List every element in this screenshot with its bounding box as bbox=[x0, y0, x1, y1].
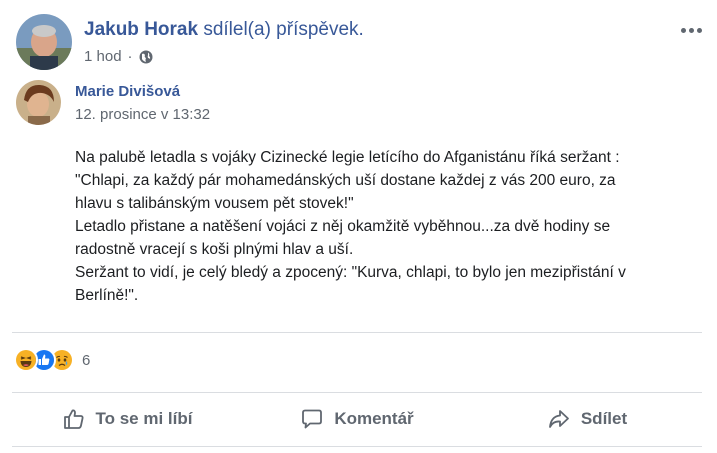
shared-post-date[interactable]: 12. prosince v 13:32 bbox=[75, 106, 210, 123]
share-icon bbox=[548, 410, 569, 428]
post-text-line: Na palubě letadla s vojáky Cizinecké leg… bbox=[75, 149, 620, 166]
like-button-label: To se mi líbí bbox=[95, 409, 193, 428]
divider bbox=[12, 392, 702, 393]
shared-author-name-link[interactable]: Marie Divišová bbox=[75, 83, 180, 100]
author-line: Jakub Horak sdílel(a) příspěvek. bbox=[84, 19, 364, 41]
post-text-line: radostně vracejí s koši plnými hlav a uš… bbox=[75, 241, 354, 258]
shared-post-text: sdílel(a) příspěvek. bbox=[203, 19, 364, 40]
dot-separator: · bbox=[127, 48, 133, 65]
comment-button[interactable]: Komentář bbox=[242, 394, 472, 444]
author-avatar[interactable] bbox=[16, 14, 72, 70]
action-bar: To se mi líbí Komentář Sdílet bbox=[12, 394, 702, 444]
post-body: Na palubě letadla s vojáky Cizinecké leg… bbox=[75, 146, 675, 307]
post-text-line: Seržant to vidí, je celý bledý a zpocený… bbox=[75, 264, 626, 281]
post-time[interactable]: 1 hod bbox=[84, 48, 122, 65]
reaction-count[interactable]: 6 bbox=[82, 352, 90, 369]
post-header: Jakub Horak sdílel(a) příspěvek. 1 hod · bbox=[16, 14, 706, 70]
shared-author-avatar[interactable] bbox=[16, 80, 61, 125]
more-horizontal-icon bbox=[680, 27, 686, 33]
share-button-label: Sdílet bbox=[580, 409, 628, 428]
comment-icon bbox=[302, 409, 323, 429]
post-meta: 1 hod · bbox=[84, 48, 153, 65]
divider bbox=[12, 446, 702, 447]
haha-icon bbox=[14, 348, 38, 372]
comment-button-label: Komentář bbox=[334, 409, 414, 428]
post-text-line: hlavu s talibánským vousem pět stovek!" bbox=[75, 195, 354, 212]
globe-icon[interactable] bbox=[139, 50, 153, 64]
reactions-summary[interactable]: 6 bbox=[14, 348, 90, 372]
post-text-line: "Chlapi, za každý pár mohamedánských uší… bbox=[75, 172, 616, 189]
divider bbox=[12, 332, 702, 333]
post-text-line: Letadlo přistane a natěšení vojáci z něj… bbox=[75, 218, 611, 235]
author-name-link[interactable]: Jakub Horak bbox=[84, 19, 198, 40]
share-button[interactable]: Sdílet bbox=[472, 394, 702, 444]
like-button[interactable]: To se mi líbí bbox=[12, 394, 242, 444]
more-options-button[interactable] bbox=[676, 20, 706, 40]
thumbs-up-icon bbox=[63, 409, 83, 429]
post-text-line: Berlíně!". bbox=[75, 287, 139, 304]
